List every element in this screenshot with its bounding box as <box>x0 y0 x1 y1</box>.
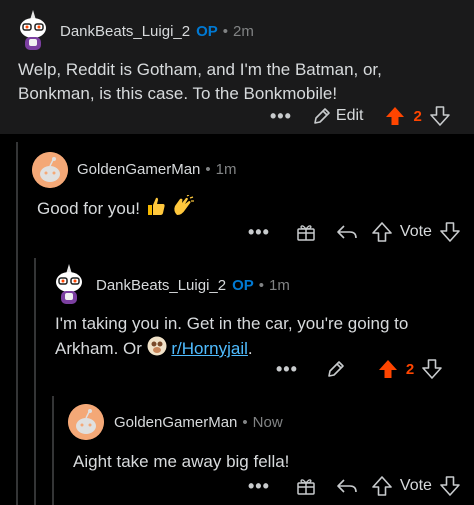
reply-arrow-icon <box>337 225 357 239</box>
thread-line[interactable] <box>52 396 54 505</box>
more-options-button[interactable]: ••• <box>270 107 292 125</box>
upvote-button[interactable] <box>385 106 405 126</box>
upvote-button[interactable] <box>378 359 398 379</box>
snoo-avatar-icon <box>20 10 46 50</box>
downvote-button[interactable] <box>430 106 450 126</box>
thread-line[interactable] <box>16 142 18 505</box>
separator-dot: • <box>205 161 211 178</box>
thumbs-up-emoji-icon <box>145 195 167 224</box>
separator-dot: • <box>222 23 229 40</box>
username[interactable]: DankBeats_Luigi_2 <box>96 277 226 294</box>
timestamp: Now <box>252 414 283 431</box>
op-badge: OP <box>196 23 218 40</box>
more-options-button[interactable]: ••• <box>248 477 270 495</box>
reply-button[interactable] <box>336 476 358 496</box>
comment-actions: ••• 2 <box>276 356 443 382</box>
comment-text: Good for you! <box>37 198 141 218</box>
vote-score: 2 <box>405 360 415 378</box>
snoo-avatar-icon <box>32 152 68 188</box>
downvote-arrow-icon <box>440 222 460 242</box>
comment-header: GoldenGamerMan • 1m <box>77 161 237 178</box>
separator-dot: • <box>242 414 248 431</box>
snoo-avatar-icon <box>68 404 104 440</box>
comment-body: Aight take me away big fella! <box>73 452 290 471</box>
reply-button[interactable] <box>336 222 358 242</box>
timestamp: 1m <box>269 277 290 294</box>
avatar[interactable] <box>14 8 52 52</box>
comment-actions: ••• Vote <box>248 473 460 499</box>
pencil-icon <box>328 361 344 377</box>
vote-label: Vote <box>399 477 432 494</box>
username[interactable]: GoldenGamerMan <box>77 161 200 178</box>
clapping-hands-emoji-icon <box>171 194 195 224</box>
upvote-arrow-icon <box>372 476 392 496</box>
upvote-arrow-icon <box>378 360 397 378</box>
subreddit-icon <box>147 336 167 363</box>
edit-button[interactable]: Edit <box>312 106 364 126</box>
downvote-arrow-icon <box>440 476 460 496</box>
downvote-button[interactable] <box>440 222 460 242</box>
avatar[interactable] <box>50 262 88 306</box>
upvote-button[interactable] <box>372 476 392 496</box>
downvote-arrow-icon <box>430 106 450 126</box>
avatar[interactable] <box>68 404 104 440</box>
comment-actions: ••• Vote <box>248 219 460 245</box>
comment-header: DankBeats_Luigi_2 OP • 2m <box>60 23 254 40</box>
username[interactable]: GoldenGamerMan <box>114 414 237 431</box>
op-badge: OP <box>232 277 254 294</box>
comment-header: GoldenGamerMan • Now <box>114 414 283 431</box>
upvote-arrow-icon <box>386 107 405 125</box>
edit-label: Edit <box>335 107 364 124</box>
snoo-avatar-icon <box>56 264 82 304</box>
vote-label: Vote <box>399 223 432 240</box>
comment-body: Welp, Reddit is Gotham, and I'm the Batm… <box>18 60 382 103</box>
separator-dot: • <box>258 277 265 294</box>
timestamp: 2m <box>233 23 254 40</box>
comment-header: DankBeats_Luigi_2 OP • 1m <box>96 277 290 294</box>
award-button[interactable] <box>296 476 316 496</box>
upvote-arrow-icon <box>372 222 392 242</box>
upvote-button[interactable] <box>372 222 392 242</box>
gift-icon <box>297 479 315 495</box>
edit-button[interactable] <box>326 359 346 379</box>
gift-icon <box>297 225 315 241</box>
award-button[interactable] <box>296 222 316 242</box>
vote-score: 2 <box>413 107 422 125</box>
more-options-button[interactable]: ••• <box>276 360 298 378</box>
downvote-button[interactable] <box>422 359 443 379</box>
reply-arrow-icon <box>337 479 357 493</box>
comment-text-end: . <box>247 338 253 358</box>
comment-actions: ••• Edit 2 <box>270 103 450 129</box>
thread-line[interactable] <box>34 258 36 505</box>
timestamp: 1m <box>215 161 237 178</box>
subreddit-link[interactable]: r/Hornyjail <box>171 339 248 358</box>
more-options-button[interactable]: ••• <box>248 223 270 241</box>
username[interactable]: DankBeats_Luigi_2 <box>60 23 190 40</box>
pencil-icon <box>314 108 330 124</box>
downvote-arrow-icon <box>422 359 443 379</box>
avatar[interactable] <box>32 152 68 188</box>
downvote-button[interactable] <box>440 476 460 496</box>
